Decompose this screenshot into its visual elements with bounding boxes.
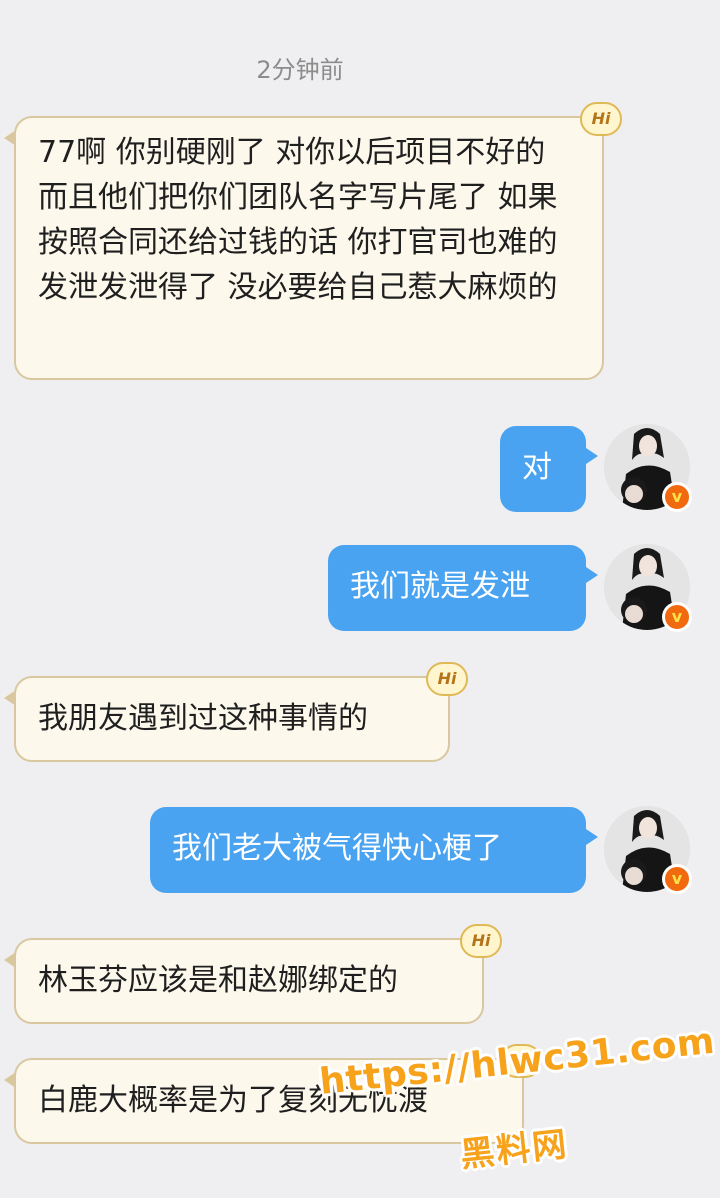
message-text: 我朋友遇到过这种事情的 [38,701,368,736]
avatar[interactable]: v [604,544,692,632]
avatar[interactable]: v [604,806,692,894]
message-text: 我们就是发泄 [350,569,530,604]
incoming-message-bubble[interactable]: 77啊 你别硬刚了 对你以后项目不好的 而且他们把你们团队名字写片尾了 如果按照… [4,102,622,380]
outgoing-message-bubble[interactable]: 对 [500,426,598,512]
hi-badge-icon: Hi [580,102,622,136]
incoming-message-bubble[interactable]: 我朋友遇到过这种事情的 Hi [4,662,468,762]
verified-v-icon: v [662,602,692,632]
verified-v-icon: v [662,864,692,894]
avatar[interactable]: v [604,424,692,512]
message-text: 我们老大被气得快心梗了 [172,831,502,866]
message-text: 林玉芬应该是和赵娜绑定的 [38,963,398,998]
verified-v-icon: v [662,482,692,512]
message-text: 77啊 你别硬刚了 对你以后项目不好的 而且他们把你们团队名字写片尾了 如果按照… [38,135,558,305]
chat-window: 2分钟前 77啊 你别硬刚了 对你以后项目不好的 而且他们把你们团队名字写片尾了… [0,0,720,1198]
outgoing-message-bubble[interactable]: 我们老大被气得快心梗了 [150,807,598,893]
message-timestamp: 2分钟前 [256,56,344,84]
watermark-name: 黑料网 [458,1124,571,1176]
hi-badge-icon: Hi [426,662,468,696]
hi-badge-icon: Hi [460,924,502,958]
outgoing-message-bubble[interactable]: 我们就是发泄 [328,545,598,631]
message-text: 对 [522,450,552,485]
incoming-message-bubble[interactable]: 林玉芬应该是和赵娜绑定的 Hi [4,924,502,1024]
